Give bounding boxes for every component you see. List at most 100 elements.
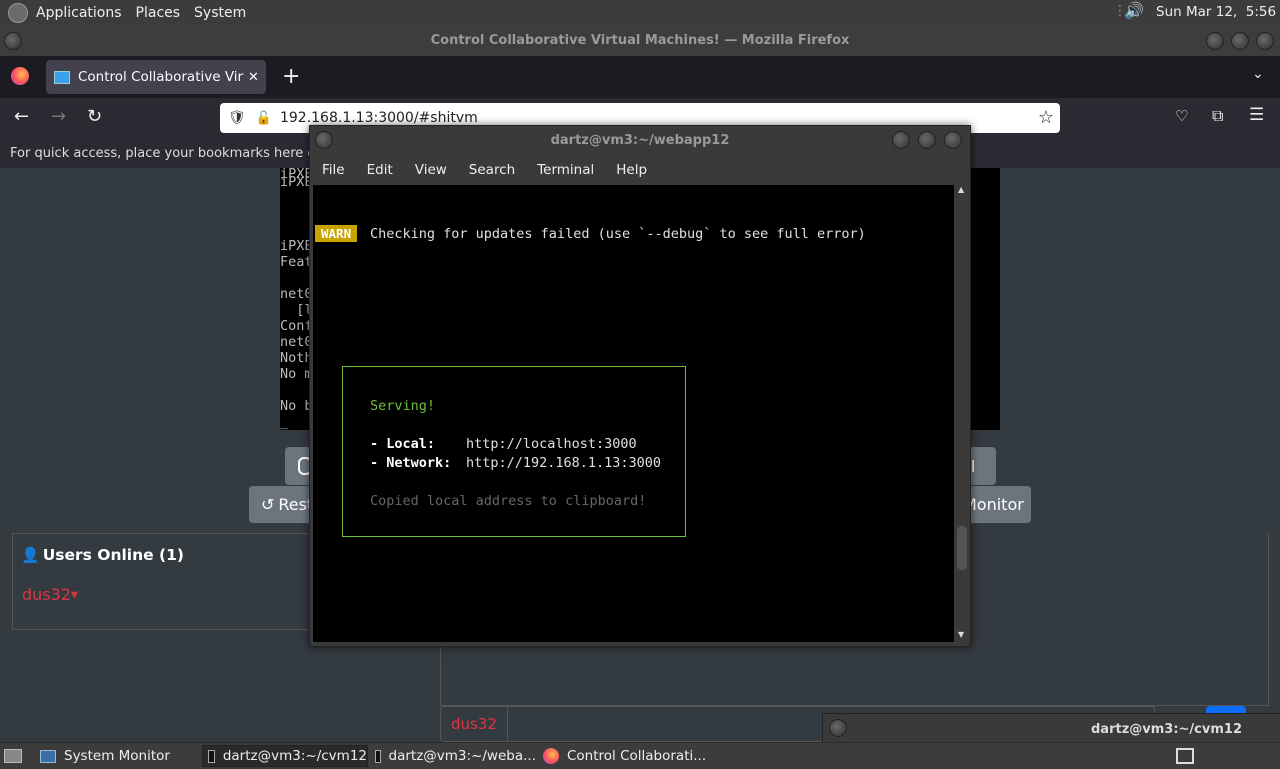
terminal-title-bar: dartz@vm3:~/webapp12 xyxy=(310,126,970,155)
terminal-title: dartz@vm3:~/webapp12 xyxy=(550,133,730,148)
monitor-favicon-icon xyxy=(54,70,70,84)
url-text[interactable]: 192.168.1.13:3000/#shitvm xyxy=(280,110,478,126)
users-online-heading: 👤 Users Online (1) xyxy=(21,546,184,564)
applications-menu[interactable]: Applications xyxy=(36,5,122,21)
places-menu[interactable]: Places xyxy=(136,5,181,21)
scroll-thumb[interactable] xyxy=(957,526,967,570)
reload-icon[interactable]: ↻ xyxy=(87,106,102,127)
menu-view[interactable]: View xyxy=(415,162,447,178)
shield-icon[interactable]: 🛡 xyxy=(228,110,246,126)
restart-icon: ↺ xyxy=(261,495,275,514)
terminal-scrollbar[interactable]: ▲ ▼ xyxy=(956,185,968,642)
warn-text: Checking for updates failed (use `--debu… xyxy=(370,226,866,242)
monitor-label: Monitor xyxy=(963,495,1024,514)
desktop-icon xyxy=(4,749,22,763)
menu-search[interactable]: Search xyxy=(469,162,515,178)
monitor-icon xyxy=(40,749,56,763)
list-all-tabs-icon[interactable]: ⌄ xyxy=(1252,66,1264,82)
vm-line: [l xyxy=(280,302,313,318)
maximize-icon[interactable] xyxy=(918,131,936,149)
menu-edit[interactable]: Edit xyxy=(367,162,393,178)
insecure-lock-icon[interactable]: 🔓 xyxy=(256,111,272,126)
copied-message: Copied local address to clipboard! xyxy=(370,493,647,509)
menu-file[interactable]: File xyxy=(322,162,345,178)
user-entry[interactable]: dus32▼ xyxy=(22,585,78,604)
taskbar-label: System Monitor xyxy=(64,748,170,764)
user-name[interactable]: dus32 xyxy=(22,585,71,604)
user-icon: 👤 xyxy=(21,546,40,564)
bottom-panel: System Monitor dartz@vm3:~/cvm12 dartz@v… xyxy=(0,742,1280,769)
menu-terminal[interactable]: Terminal xyxy=(537,162,594,178)
maximize-icon[interactable] xyxy=(1231,32,1249,50)
chat-username-tag: dus32 xyxy=(440,706,508,742)
vm-line: Feat xyxy=(280,254,313,270)
scroll-down-icon[interactable]: ▼ xyxy=(958,630,964,639)
bookmark-star-icon[interactable]: ☆ xyxy=(1038,107,1054,128)
pocket-icon[interactable]: ♡ xyxy=(1175,107,1188,125)
top-panel: Applications Places System ⋮ 🔊 Sun Mar 1… xyxy=(0,0,1280,26)
gnome-foot-icon[interactable] xyxy=(8,2,28,23)
network-label: - Network: xyxy=(370,455,452,471)
close-icon[interactable] xyxy=(944,131,962,149)
terminal-icon xyxy=(208,749,215,763)
scroll-up-icon[interactable]: ▲ xyxy=(958,185,964,194)
network-url: http://192.168.1.13:3000 xyxy=(466,455,662,471)
tab-active[interactable]: Control Collaborative Virtua ✕ xyxy=(46,60,266,94)
local-url: http://localhost:3000 xyxy=(466,436,637,452)
firefox-title-bar: Control Collaborative Virtual Machines! … xyxy=(0,25,1280,56)
minimize-icon[interactable] xyxy=(1206,32,1224,50)
menu-icon[interactable]: ☰ xyxy=(1249,105,1264,125)
close-icon[interactable] xyxy=(1256,32,1274,50)
taskbar-item-system-monitor[interactable]: System Monitor xyxy=(34,745,200,767)
terminal2-title: dartz@vm3:~/cvm12 xyxy=(1091,722,1242,737)
workspace-switcher[interactable] xyxy=(1172,745,1198,767)
taskbar-item-terminal-webapp[interactable]: dartz@vm3:~/weba... xyxy=(370,745,536,767)
clock[interactable]: Sun Mar 12, 5:56 PM xyxy=(1156,4,1280,20)
vm-line: No b xyxy=(280,398,313,414)
taskbar-item-terminal-cvm12[interactable]: dartz@vm3:~/cvm12 xyxy=(202,745,368,767)
vm-line: Conf xyxy=(280,318,313,334)
workspace-icon xyxy=(1176,748,1194,764)
system-menu[interactable]: System xyxy=(194,5,246,21)
taskbar-label: Control Collaborati... xyxy=(567,748,707,764)
terminal-menu-bar: File Edit View Search Terminal Help xyxy=(310,155,970,185)
warn-badge: WARN xyxy=(315,225,358,242)
volume-icon[interactable]: 🔊 xyxy=(1124,1,1144,20)
vm-line: net0 xyxy=(280,334,313,350)
bookmarks-hint: For quick access, place your bookmarks h… xyxy=(10,146,350,161)
vm-line: _ xyxy=(280,414,289,430)
local-label: - Local: xyxy=(370,436,436,452)
firefox-icon xyxy=(543,748,559,764)
terminal-window: dartz@vm3:~/webapp12 File Edit View Sear… xyxy=(309,125,971,647)
window-title: Control Collaborative Virtual Machines! … xyxy=(430,33,850,48)
back-icon[interactable]: ← xyxy=(14,106,29,127)
window-menu-icon[interactable] xyxy=(829,719,847,737)
serving-label: Serving! xyxy=(370,398,436,414)
show-desktop-button[interactable] xyxy=(2,745,24,767)
minimize-icon[interactable] xyxy=(892,131,910,149)
menu-help[interactable]: Help xyxy=(616,162,647,178)
vm-line: net0 xyxy=(280,286,313,302)
vm-line: iPXE xyxy=(280,174,313,190)
vm-line: No m xyxy=(280,366,313,382)
firefox-icon[interactable] xyxy=(11,67,29,85)
taskbar-item-firefox[interactable]: Control Collaborati... xyxy=(538,745,718,767)
terminal-icon xyxy=(375,749,381,763)
forward-icon[interactable]: → xyxy=(51,106,66,127)
users-online-label: Users Online (1) xyxy=(42,546,185,564)
window-menu-icon[interactable] xyxy=(4,32,22,50)
vm-line: Noth xyxy=(280,350,313,366)
chat-username: dus32 xyxy=(451,715,497,733)
terminal-output[interactable]: WARN Checking for updates failed (use `-… xyxy=(313,185,954,642)
serving-box: Serving! - Local: http://localhost:3000 … xyxy=(342,366,686,537)
new-tab-icon[interactable]: + xyxy=(282,64,300,89)
terminal-window-2: dartz@vm3:~/cvm12 xyxy=(822,713,1280,745)
caret-down-icon: ▼ xyxy=(71,590,78,601)
taskbar-label: dartz@vm3:~/cvm12 xyxy=(222,748,367,764)
tab-title: Control Collaborative Virtua xyxy=(78,69,244,85)
window-menu-icon[interactable] xyxy=(315,131,333,149)
taskbar-label: dartz@vm3:~/weba... xyxy=(388,748,536,764)
vm-line: iPXE xyxy=(280,238,313,254)
tab-close-icon[interactable]: ✕ xyxy=(248,70,259,85)
extensions-icon[interactable]: ⧉ xyxy=(1212,106,1223,126)
